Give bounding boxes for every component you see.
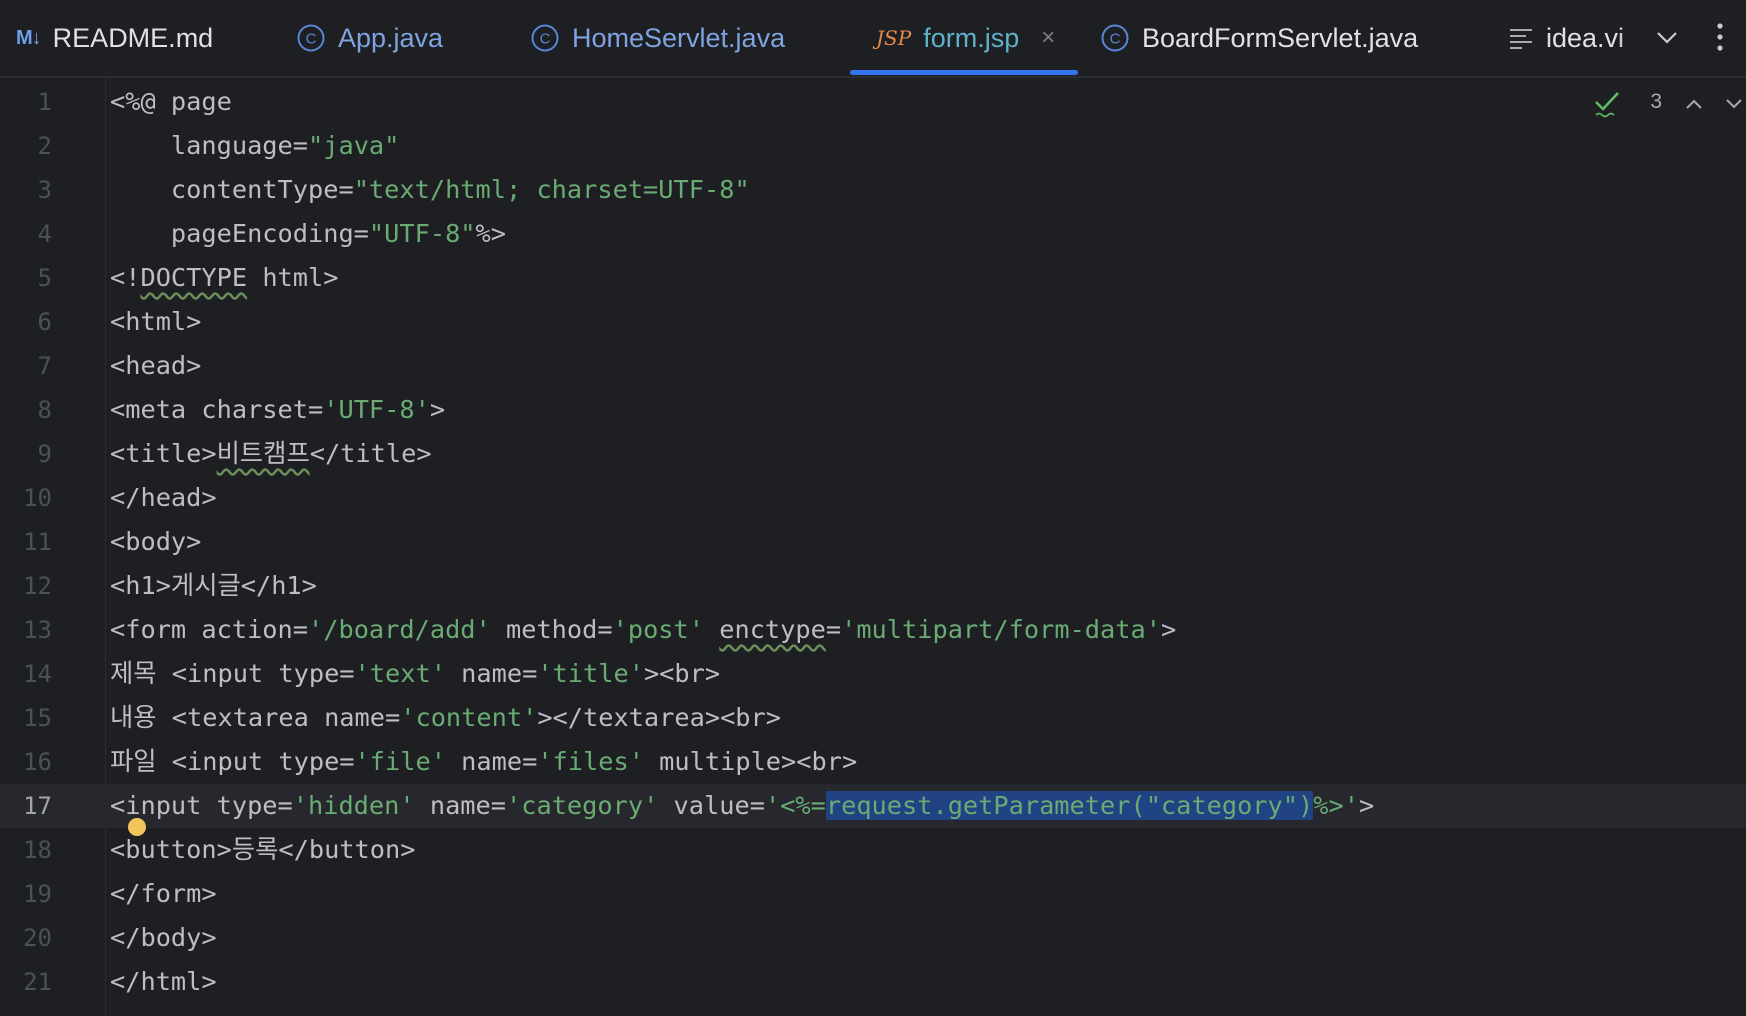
code-text: </body>: [110, 923, 217, 952]
inspection-count: 3: [1650, 90, 1662, 113]
tab-form-jsp[interactable]: JSP form.jsp ×: [876, 0, 1055, 76]
line-number: 8: [37, 396, 52, 424]
tab-label: App.java: [338, 22, 444, 53]
code-line[interactable]: 1 <%@ page: [0, 80, 1746, 124]
code-line[interactable]: 15 내용 <textarea name='content'></textare…: [0, 696, 1746, 740]
code-text: </html>: [110, 967, 217, 996]
line-number: 6: [37, 308, 52, 336]
svg-text:C: C: [306, 31, 317, 48]
code-line[interactable]: 21 </html>: [0, 960, 1746, 1004]
tab-fade: [1618, 0, 1648, 76]
code-line[interactable]: 12 <h1>게시글</h1>: [0, 564, 1746, 608]
code-text: <head>: [110, 351, 202, 380]
code-text: </head>: [110, 483, 217, 512]
code-line[interactable]: 5 <!DOCTYPE html>: [0, 256, 1746, 300]
line-number: 15: [23, 704, 52, 732]
code-text: <%@ page: [110, 87, 232, 116]
code-text: </form>: [110, 879, 217, 908]
line-number: 20: [23, 924, 52, 952]
line-number: 14: [23, 660, 52, 688]
line-number: 5: [37, 264, 52, 292]
code-text: <button>등록</button>: [110, 835, 416, 864]
tab-homeservlet-java[interactable]: C HomeServlet.java: [530, 0, 785, 76]
code-text: contentType="text/html; charset=UTF-8": [110, 175, 750, 204]
more-options-icon[interactable]: [1710, 20, 1730, 58]
code-text: <html>: [110, 307, 202, 336]
previous-highlight-icon[interactable]: [1684, 94, 1704, 119]
code-text: <input type='hidden' name='category' val…: [110, 791, 1375, 820]
tab-label: README.md: [52, 22, 214, 53]
line-number: 2: [37, 132, 52, 160]
line-number: 21: [23, 968, 52, 996]
code-text: <body>: [110, 527, 202, 556]
code-text: <h1>게시글</h1>: [110, 571, 317, 600]
markdown-icon: M↓: [16, 26, 42, 49]
line-number: 17: [23, 792, 52, 820]
code-text: pageEncoding="UTF-8"%>: [110, 219, 507, 248]
code-line[interactable]: 13 <form action='/board/add' method='pos…: [0, 608, 1746, 652]
code-line[interactable]: 4 pageEncoding="UTF-8"%>: [0, 212, 1746, 256]
code-text: <meta charset='UTF-8'>: [110, 395, 446, 424]
code-line[interactable]: 11 <body>: [0, 520, 1746, 564]
code-text: 내용 <textarea name='content'></textarea><…: [110, 703, 781, 732]
line-number: 10: [23, 484, 52, 512]
code-line-current[interactable]: 17 <input type='hidden' name='category' …: [0, 784, 1746, 828]
code-text: 제목 <input type='text' name='title'><br>: [110, 659, 721, 688]
line-number: 7: [37, 352, 52, 380]
svg-text:C: C: [1110, 31, 1121, 48]
code-text: <!DOCTYPE html>: [110, 263, 339, 292]
code-text: 파일 <input type='file' name='files' multi…: [110, 747, 858, 776]
line-number: 9: [37, 440, 52, 468]
tab-label: form.jsp: [923, 22, 1020, 53]
line-number: 4: [37, 220, 52, 248]
active-tab-indicator: [850, 70, 1078, 75]
code-text: <title>비트캠프</title>: [110, 439, 432, 468]
intention-bulb-icon[interactable]: [128, 818, 146, 836]
code-text: <form action='/board/add' method='post' …: [110, 615, 1177, 644]
line-number: 12: [23, 572, 52, 600]
code-line[interactable]: 19 </form>: [0, 872, 1746, 916]
code-line[interactable]: 8 <meta charset='UTF-8'>: [0, 388, 1746, 432]
tab-label: BoardFormServlet.java: [1142, 22, 1419, 53]
code-editor[interactable]: 1 <%@ page 2 language="java" 3 contentTy…: [0, 78, 1746, 1016]
line-number: 19: [23, 880, 52, 908]
code-line[interactable]: 10 </head>: [0, 476, 1746, 520]
code-line[interactable]: 16 파일 <input type='file' name='files' mu…: [0, 740, 1746, 784]
svg-text:C: C: [540, 31, 551, 48]
line-number: 1: [37, 88, 52, 116]
java-class-icon: C: [296, 23, 326, 53]
close-tab-icon[interactable]: ×: [1041, 24, 1055, 52]
code-line[interactable]: 2 language="java": [0, 124, 1746, 168]
tab-readme[interactable]: M↓ README.md: [16, 0, 213, 76]
text-lines-icon: [1508, 26, 1534, 50]
tab-label: idea.vi: [1546, 22, 1625, 53]
code-line[interactable]: 20 </body>: [0, 916, 1746, 960]
check-icon: [1594, 90, 1620, 123]
java-class-icon: C: [1100, 23, 1130, 53]
java-class-icon: C: [530, 23, 560, 53]
code-line[interactable]: 6 <html>: [0, 300, 1746, 344]
tab-app-java[interactable]: C App.java: [296, 0, 443, 76]
line-number: 11: [23, 528, 52, 556]
code-line[interactable]: 7 <head>: [0, 344, 1746, 388]
editor-tab-bar: M↓ README.md C App.java C HomeServlet.ja…: [0, 0, 1746, 78]
line-number: 18: [23, 836, 52, 864]
line-number: 13: [23, 616, 52, 644]
code-line[interactable]: 3 contentType="text/html; charset=UTF-8": [0, 168, 1746, 212]
line-number: 16: [23, 748, 52, 776]
code-line[interactable]: 14 제목 <input type='text' name='title'><b…: [0, 652, 1746, 696]
tab-label: HomeServlet.java: [572, 22, 786, 53]
next-highlight-icon[interactable]: [1724, 94, 1744, 119]
tab-boardformservlet-java[interactable]: C BoardFormServlet.java: [1100, 0, 1418, 76]
chevron-down-icon[interactable]: [1654, 24, 1680, 54]
code-line[interactable]: 9 <title>비트캠프</title>: [0, 432, 1746, 476]
jsp-file-icon: JSP: [876, 26, 912, 50]
line-number: 3: [37, 176, 52, 204]
code-line[interactable]: 18 <button>등록</button>: [0, 828, 1746, 872]
code-text: language="java": [110, 131, 400, 160]
